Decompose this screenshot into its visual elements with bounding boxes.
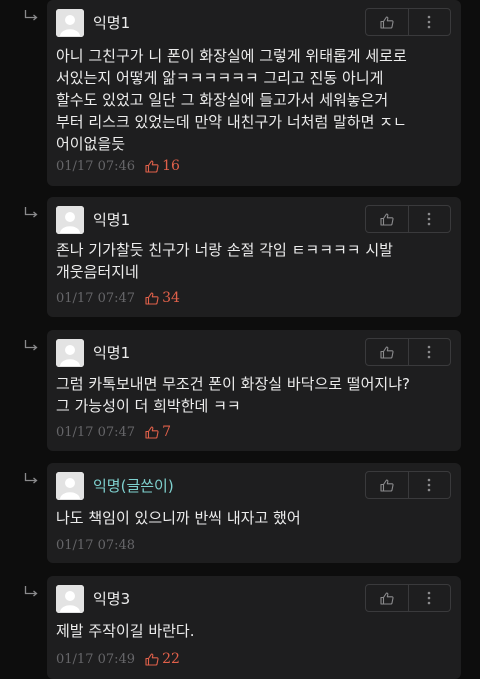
comment-actions: [365, 8, 451, 36]
more-vertical-icon: [427, 15, 431, 29]
more-vertical-icon: [427, 591, 431, 605]
comment-actions: [365, 471, 451, 499]
comment-author: 익명1: [93, 14, 131, 32]
reply-arrow-icon: [24, 473, 38, 485]
like-count: 22: [145, 651, 180, 667]
comment-author: 익명1: [93, 344, 131, 362]
default-user-avatar-icon: [56, 339, 84, 367]
more-options-button[interactable]: [407, 9, 451, 35]
more-options-button[interactable]: [407, 206, 451, 232]
reply-arrow-icon: [24, 586, 38, 598]
default-user-avatar-icon: [56, 585, 84, 613]
thumbs-up-icon: [145, 159, 159, 173]
comment-author: 익명1: [93, 211, 131, 229]
like-count: 34: [145, 290, 180, 306]
comment-text: 그럼 카톡보내면 무조건 폰이 화장실 바닥으로 떨어지냐? 그 가능성이 더 …: [56, 375, 410, 415]
comment-author: 익명3: [93, 590, 131, 608]
default-user-avatar-icon: [56, 206, 84, 234]
comment-time: 01/17 07:48: [56, 537, 136, 553]
comment-text: 나도 책임이 있으니까 반씩 내자고 했어: [56, 509, 301, 527]
thumbs-up-icon: [145, 291, 159, 305]
comment-text: 제발 주작이길 바란다.: [56, 622, 195, 640]
like-count-value: 7: [162, 424, 171, 440]
comment-meta: 01/17 07:47 34: [56, 289, 180, 307]
thumbs-up-icon: [380, 478, 394, 492]
comment-actions: [365, 205, 451, 233]
comment-author-op: 익명(글쓴이): [93, 477, 174, 495]
comment-time: 01/17 07:46: [56, 158, 136, 174]
comment-meta: 01/17 07:48: [56, 536, 135, 554]
default-user-avatar-icon: [56, 472, 84, 500]
comment-card: 익명1 아니 그친구가 니 폰이 화장실에 그렇게 위태롭게 세로로 서있는지 …: [47, 0, 461, 186]
comment-card: 익명3 제발 주작이길 바란다. 01/17 07:49 22: [47, 576, 461, 679]
more-options-button[interactable]: [407, 585, 451, 611]
comment-card: 익명1 존나 기가찰듯 친구가 너랑 손절 각임 ㅌㅋㅋㅋㅋ 시발 개웃음터지네…: [47, 197, 461, 317]
thumbs-up-icon: [380, 591, 394, 605]
avatar: [56, 585, 84, 613]
thumbs-up-icon: [145, 652, 159, 666]
like-count-value: 22: [162, 651, 180, 667]
comment-text: 아니 그친구가 니 폰이 화장실에 그렇게 위태롭게 세로로 서있는지 어떻게 …: [56, 47, 407, 153]
more-options-button[interactable]: [407, 339, 451, 365]
like-count-value: 34: [162, 290, 180, 306]
like-count: 7: [145, 424, 171, 440]
comment-text: 존나 기가찰듯 친구가 너랑 손절 각임 ㅌㅋㅋㅋㅋ 시발 개웃음터지네: [56, 241, 393, 281]
thumbs-up-icon: [145, 425, 159, 439]
comment-meta: 01/17 07:49 22: [56, 650, 180, 668]
reply-arrow-icon: [24, 10, 38, 22]
avatar: [56, 339, 84, 367]
avatar: [56, 206, 84, 234]
thumbs-up-icon: [380, 345, 394, 359]
more-vertical-icon: [427, 212, 431, 226]
reply-arrow-icon: [24, 207, 38, 219]
comment-card: 익명(글쓴이) 나도 책임이 있으니까 반씩 내자고 했어 01/17 07:4…: [47, 463, 461, 563]
like-button[interactable]: [366, 206, 408, 232]
like-count: 16: [145, 158, 180, 174]
avatar: [56, 9, 84, 37]
like-button[interactable]: [366, 472, 408, 498]
default-user-avatar-icon: [56, 9, 84, 37]
like-button[interactable]: [366, 585, 408, 611]
reply-arrow-icon: [24, 340, 38, 352]
comment-card: 익명1 그럼 카톡보내면 무조건 폰이 화장실 바닥으로 떨어지냐? 그 가능성…: [47, 330, 461, 451]
like-count-value: 16: [162, 158, 180, 174]
like-button[interactable]: [366, 9, 408, 35]
comment-meta: 01/17 07:47 7: [56, 423, 171, 441]
thumbs-up-icon: [380, 212, 394, 226]
more-options-button[interactable]: [407, 472, 451, 498]
like-button[interactable]: [366, 339, 408, 365]
thumbs-up-icon: [380, 15, 394, 29]
comment-meta: 01/17 07:46 16: [56, 157, 180, 175]
comment-time: 01/17 07:49: [56, 651, 136, 667]
comment-time: 01/17 07:47: [56, 424, 136, 440]
avatar: [56, 472, 84, 500]
more-vertical-icon: [427, 345, 431, 359]
more-vertical-icon: [427, 478, 431, 492]
comment-actions: [365, 338, 451, 366]
comment-actions: [365, 584, 451, 612]
comment-time: 01/17 07:47: [56, 290, 136, 306]
